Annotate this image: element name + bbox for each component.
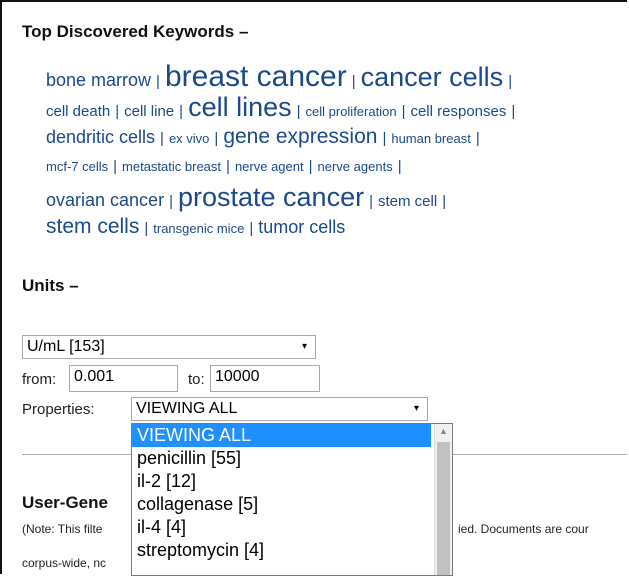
dropdown-option[interactable]: streptomycin [4] bbox=[132, 539, 431, 562]
keyword-line: bone marrow | breast cancer | cancer cells | bbox=[46, 62, 621, 95]
note-text-left-2: corpus-wide, nc bbox=[22, 556, 107, 570]
keyword-separator: | bbox=[169, 193, 173, 210]
keywords-section-title: Top Discovered Keywords – bbox=[22, 22, 249, 41]
unit-select[interactable]: U/mL [153] ▾ bbox=[22, 335, 316, 359]
keyword-line: cell death | cell line | cell lines | cell pro… bbox=[46, 92, 621, 122]
units-section-title: Units – bbox=[22, 276, 79, 295]
keyword-separator: | bbox=[511, 103, 516, 120]
chevron-down-icon: ▾ bbox=[413, 403, 419, 414]
keyword-link[interactable]: tumor cells bbox=[258, 212, 345, 242]
keyword-link[interactable]: bone marrow bbox=[46, 65, 151, 95]
keyword-link[interactable]: human breast bbox=[391, 124, 471, 154]
keyword-line: mcf-7 cells | metastatic breast | nerve agen… bbox=[46, 152, 621, 182]
keyword-link[interactable]: dendritic cells bbox=[46, 122, 155, 152]
keyword-link[interactable]: nerve agent bbox=[235, 152, 304, 182]
keyword-link[interactable]: cell responses bbox=[410, 97, 506, 127]
keyword-link[interactable]: metastatic breast bbox=[122, 152, 221, 182]
dropdown-option[interactable]: il-4 [4] bbox=[132, 516, 431, 539]
keyword-link[interactable]: stem cell bbox=[378, 187, 437, 217]
keyword-separator: | bbox=[179, 103, 184, 120]
keyword-separator: | bbox=[475, 130, 480, 147]
keyword-cloud: bone marrow | breast cancer | cancer cells | c… bbox=[46, 62, 621, 242]
keyword-link[interactable]: transgenic mice bbox=[153, 214, 244, 244]
properties-select-value: VIEWING ALL bbox=[136, 400, 238, 417]
keyword-separator: | bbox=[397, 158, 402, 175]
dropdown-scrollbar[interactable]: ▲ bbox=[434, 424, 452, 575]
keyword-separator: | bbox=[382, 130, 387, 147]
dropdown-option[interactable]: VIEWING ALL bbox=[132, 424, 431, 447]
keyword-separator: | bbox=[401, 103, 406, 120]
keyword-line: ovarian cancer | prostate cancer | stem cell… bbox=[46, 182, 621, 212]
keyword-separator: | bbox=[214, 130, 219, 147]
keyword-link[interactable]: stem cells bbox=[46, 212, 139, 242]
dropdown-option[interactable]: il-2 [12] bbox=[132, 470, 431, 493]
note-text-left-1: (Note: This filte bbox=[22, 522, 103, 536]
chevron-down-icon: ▾ bbox=[301, 341, 307, 352]
scrollbar-thumb[interactable] bbox=[437, 442, 450, 575]
user-generated-title: User-Gene bbox=[22, 493, 108, 512]
keyword-link[interactable]: mcf-7 cells bbox=[46, 152, 108, 182]
keyword-line: dendritic cells | ex vivo | gene expression |… bbox=[46, 122, 621, 152]
from-label: from: bbox=[22, 371, 57, 388]
unit-select-value: U/mL [153] bbox=[27, 338, 105, 355]
keyword-link[interactable]: cancer cells bbox=[361, 62, 504, 92]
properties-select[interactable]: VIEWING ALL ▾ bbox=[131, 397, 428, 421]
keyword-link[interactable]: cell lines bbox=[188, 92, 292, 122]
keyword-link[interactable]: ex vivo bbox=[169, 124, 209, 154]
keyword-separator: | bbox=[160, 130, 164, 147]
keyword-line: stem cells | transgenic mice | tumor cells bbox=[46, 212, 621, 242]
keyword-link[interactable]: nerve agents bbox=[318, 152, 393, 182]
keyword-separator: | bbox=[442, 193, 447, 210]
keyword-separator: | bbox=[144, 220, 149, 237]
dropdown-option[interactable]: penicillin [55] bbox=[132, 447, 431, 470]
properties-dropdown-list[interactable]: VIEWING ALL penicillin [55] il-2 [12] co… bbox=[131, 423, 453, 576]
keyword-separator: | bbox=[156, 73, 160, 90]
keyword-separator: | bbox=[226, 158, 230, 175]
keyword-separator: | bbox=[249, 220, 254, 237]
to-label: to: bbox=[188, 371, 205, 388]
keyword-separator: | bbox=[508, 73, 513, 90]
dropdown-option[interactable]: collagenase [5] bbox=[132, 493, 431, 516]
note-text-right-1: ied. Documents are cour bbox=[458, 522, 589, 536]
keyword-link[interactable]: breast cancer bbox=[165, 62, 347, 92]
properties-label: Properties: bbox=[22, 401, 95, 418]
keyword-link[interactable]: ovarian cancer bbox=[46, 185, 164, 215]
keyword-separator: | bbox=[308, 158, 313, 175]
from-input[interactable]: 0.001 bbox=[69, 365, 178, 392]
chevron-up-icon[interactable]: ▲ bbox=[439, 426, 448, 436]
keyword-separator: | bbox=[351, 73, 356, 90]
keyword-link[interactable]: gene expression bbox=[223, 122, 377, 152]
keyword-separator: | bbox=[369, 193, 373, 210]
keyword-separator: | bbox=[113, 158, 118, 175]
to-input[interactable]: 10000 bbox=[210, 365, 320, 392]
keyword-link[interactable]: prostate cancer bbox=[178, 182, 364, 212]
